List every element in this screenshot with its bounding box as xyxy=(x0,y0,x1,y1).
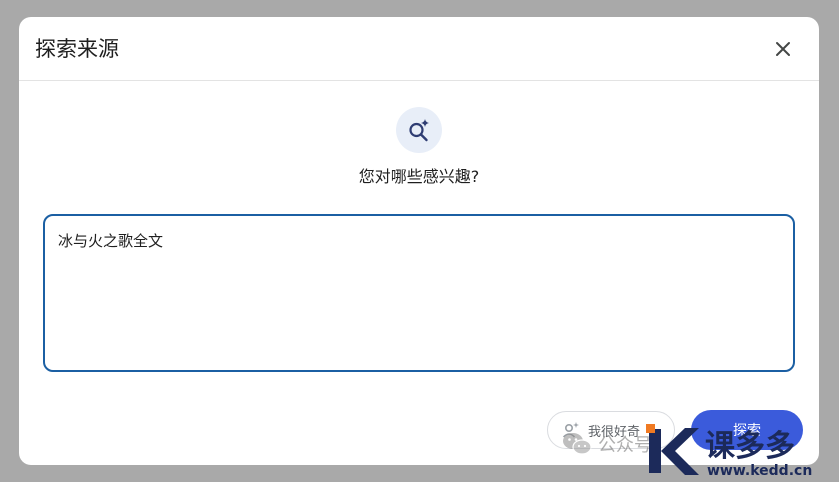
close-icon xyxy=(776,42,790,56)
explore-sources-dialog: 探索来源 您对哪些感兴趣? 冰与火之歌全文 我很好奇 探索 xyxy=(19,17,819,465)
wechat-icon xyxy=(563,433,592,455)
logo-site-name: 课多多 xyxy=(705,429,795,464)
logo-k-bar xyxy=(649,429,661,473)
interest-input[interactable]: 冰与火之歌全文 xyxy=(43,214,795,372)
logo-k-arm xyxy=(661,428,699,475)
wechat-watermark: 公众号 xyxy=(562,424,652,464)
search-sparkle-icon xyxy=(409,119,429,142)
kedd-logo-watermark: 课多多 www.kedd.cn xyxy=(646,424,812,479)
dialog-title: 探索来源 xyxy=(35,37,119,61)
interest-prompt: 您对哪些感兴趣? xyxy=(358,167,480,186)
dialog-header: 探索来源 xyxy=(19,17,819,81)
logo-site-url: www.kedd.cn xyxy=(707,463,812,479)
close-button[interactable] xyxy=(769,35,797,63)
logo-k-accent xyxy=(646,424,655,433)
explore-icon-badge xyxy=(396,107,442,153)
